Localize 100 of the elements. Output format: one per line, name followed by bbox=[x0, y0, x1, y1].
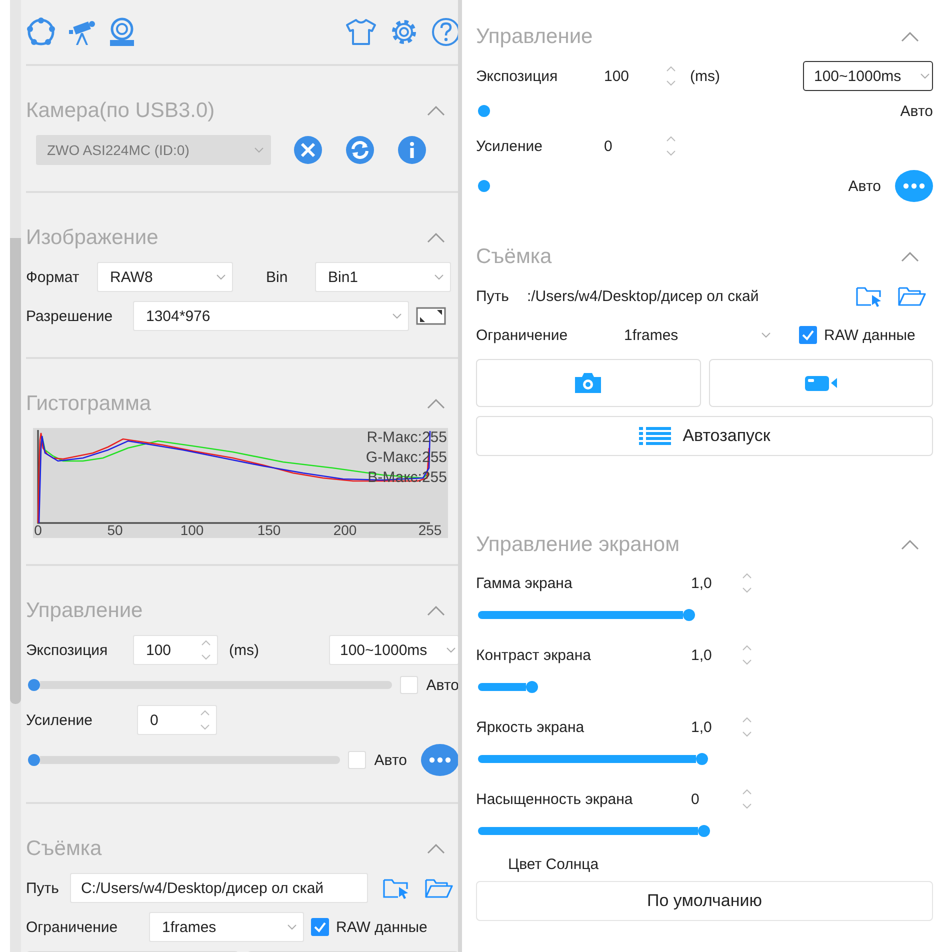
spinner-arrows-icon[interactable] bbox=[742, 788, 752, 810]
slider-thumb[interactable] bbox=[526, 681, 538, 693]
value-field[interactable]: 1,0 bbox=[691, 574, 735, 592]
section-title: Управление экраном bbox=[476, 533, 680, 557]
value-field[interactable]: 1,0 bbox=[691, 646, 735, 664]
expand-icon[interactable] bbox=[416, 307, 446, 325]
list-icon bbox=[638, 426, 671, 446]
format-label: Формат bbox=[26, 268, 80, 286]
axis-tick-label: 200 bbox=[333, 522, 357, 538]
slider-thumb[interactable] bbox=[698, 825, 710, 837]
limit-dropdown[interactable]: 1frames bbox=[149, 912, 304, 942]
caret-icon bbox=[392, 313, 402, 319]
caret-icon bbox=[254, 147, 264, 153]
help-icon[interactable] bbox=[431, 17, 459, 47]
webcam-icon[interactable] bbox=[108, 17, 136, 47]
caret-icon bbox=[761, 332, 771, 338]
spinner-arrows-icon[interactable] bbox=[742, 716, 752, 738]
spinner-arrows-icon[interactable] bbox=[200, 709, 210, 731]
more-button[interactable] bbox=[421, 744, 459, 776]
chevron-up-icon[interactable] bbox=[901, 252, 919, 262]
more-button[interactable] bbox=[895, 170, 933, 202]
slider-thumb[interactable] bbox=[28, 679, 40, 691]
value-field[interactable]: 0 bbox=[691, 790, 735, 808]
slider[interactable] bbox=[28, 679, 392, 691]
gain-label: Усиление bbox=[26, 712, 94, 728]
ellipsis-icon bbox=[429, 757, 451, 763]
value-field[interactable]: 1,0 bbox=[691, 718, 735, 736]
spinner-arrows-icon[interactable] bbox=[666, 135, 676, 157]
chevron-up-icon[interactable] bbox=[901, 540, 919, 550]
auto-label: Авто bbox=[426, 676, 459, 694]
spinner-arrows-icon[interactable] bbox=[201, 639, 211, 661]
exposure-label: Экспозиция bbox=[26, 642, 109, 658]
section-title: Управление bbox=[26, 599, 143, 623]
folder-open-icon[interactable] bbox=[424, 877, 453, 899]
gain-field[interactable]: 0 bbox=[137, 705, 217, 735]
folder-cursor-icon[interactable] bbox=[382, 877, 410, 899]
folder-open-icon[interactable] bbox=[898, 285, 926, 307]
resolution-dropdown[interactable]: 1304*976 bbox=[133, 301, 409, 331]
chevron-up-icon[interactable] bbox=[901, 32, 919, 42]
bin-dropdown[interactable]: Bin1 bbox=[315, 262, 451, 292]
slider[interactable] bbox=[478, 825, 710, 837]
section-title: Съёмка bbox=[476, 245, 552, 269]
limit-label: Ограничение bbox=[476, 326, 569, 344]
capture-button[interactable] bbox=[476, 359, 700, 407]
format-dropdown[interactable]: RAW8 bbox=[97, 262, 233, 292]
path-field[interactable]: C:/Users/w4/Desktop/дисер ол скай bbox=[70, 873, 368, 903]
shirt-icon[interactable] bbox=[345, 18, 377, 46]
section-title: Управление bbox=[476, 25, 593, 49]
spinner-arrows-icon[interactable] bbox=[666, 65, 676, 87]
folder-cursor-icon[interactable] bbox=[856, 285, 883, 307]
chevron-up-icon[interactable] bbox=[427, 844, 445, 854]
info-icon[interactable] bbox=[397, 135, 427, 165]
axis-tick-label: 0 bbox=[34, 522, 42, 538]
chevron-up-icon[interactable] bbox=[427, 606, 445, 616]
slider[interactable] bbox=[28, 754, 340, 766]
sun-color-label: Цвет Солнца bbox=[508, 856, 600, 873]
limit-dropdown[interactable]: 1frames bbox=[623, 320, 778, 350]
section-title: Изображение bbox=[26, 226, 158, 250]
gain-field[interactable]: 0 bbox=[603, 131, 683, 161]
display-setting-label: Гамма экрана bbox=[476, 574, 574, 592]
spinner-arrows-icon[interactable] bbox=[742, 572, 752, 594]
default-button[interactable]: По умолчанию bbox=[476, 881, 933, 921]
raw-data-label: RAW данные bbox=[824, 326, 916, 344]
auto-label: Авто bbox=[374, 752, 407, 768]
exposure-field[interactable]: 100 bbox=[133, 635, 218, 665]
slider-thumb[interactable] bbox=[696, 753, 708, 765]
exposure-range-dropdown[interactable]: 100~1000ms bbox=[329, 635, 459, 665]
refresh-icon[interactable] bbox=[345, 135, 375, 165]
axis-tick-label: 100 bbox=[180, 522, 204, 538]
chevron-up-icon[interactable] bbox=[427, 106, 445, 116]
spinner-arrows-icon[interactable] bbox=[742, 644, 752, 666]
network-icon[interactable] bbox=[26, 17, 56, 47]
axis-tick-label: 50 bbox=[107, 522, 123, 538]
chevron-up-icon[interactable] bbox=[427, 399, 445, 409]
slider-thumb[interactable] bbox=[28, 754, 40, 766]
video-camera-icon bbox=[804, 374, 838, 392]
exposure-range-dropdown[interactable]: 100~1000ms bbox=[803, 61, 933, 91]
checkbox[interactable] bbox=[799, 326, 817, 344]
checkbox[interactable] bbox=[311, 918, 329, 936]
settings-icon[interactable] bbox=[389, 17, 419, 47]
scrollbar-thumb[interactable] bbox=[10, 238, 21, 704]
caret-icon bbox=[216, 274, 226, 280]
axis-tick-label: 255 bbox=[418, 522, 442, 538]
section-title: Камера(по USB3.0) bbox=[26, 99, 215, 123]
path-label: Путь bbox=[476, 288, 509, 304]
chevron-up-icon[interactable] bbox=[427, 233, 445, 243]
autorun-button[interactable]: Автозапуск bbox=[476, 416, 933, 456]
exposure-field[interactable]: 100 bbox=[603, 61, 683, 91]
caret-icon bbox=[287, 924, 297, 930]
telescope-icon[interactable] bbox=[68, 18, 96, 46]
record-button[interactable] bbox=[708, 359, 933, 407]
slider-thumb[interactable] bbox=[478, 105, 490, 117]
ellipsis-icon bbox=[903, 183, 925, 189]
slider-thumb[interactable] bbox=[478, 180, 490, 192]
slider-thumb[interactable] bbox=[682, 609, 695, 621]
close-icon[interactable] bbox=[293, 135, 323, 165]
slider-fill bbox=[478, 683, 526, 691]
resolution-label: Разрешение bbox=[26, 308, 114, 324]
slider[interactable] bbox=[478, 753, 710, 765]
path-field[interactable]: :/Users/w4/Desktop/дисер ол скай bbox=[526, 281, 841, 311]
